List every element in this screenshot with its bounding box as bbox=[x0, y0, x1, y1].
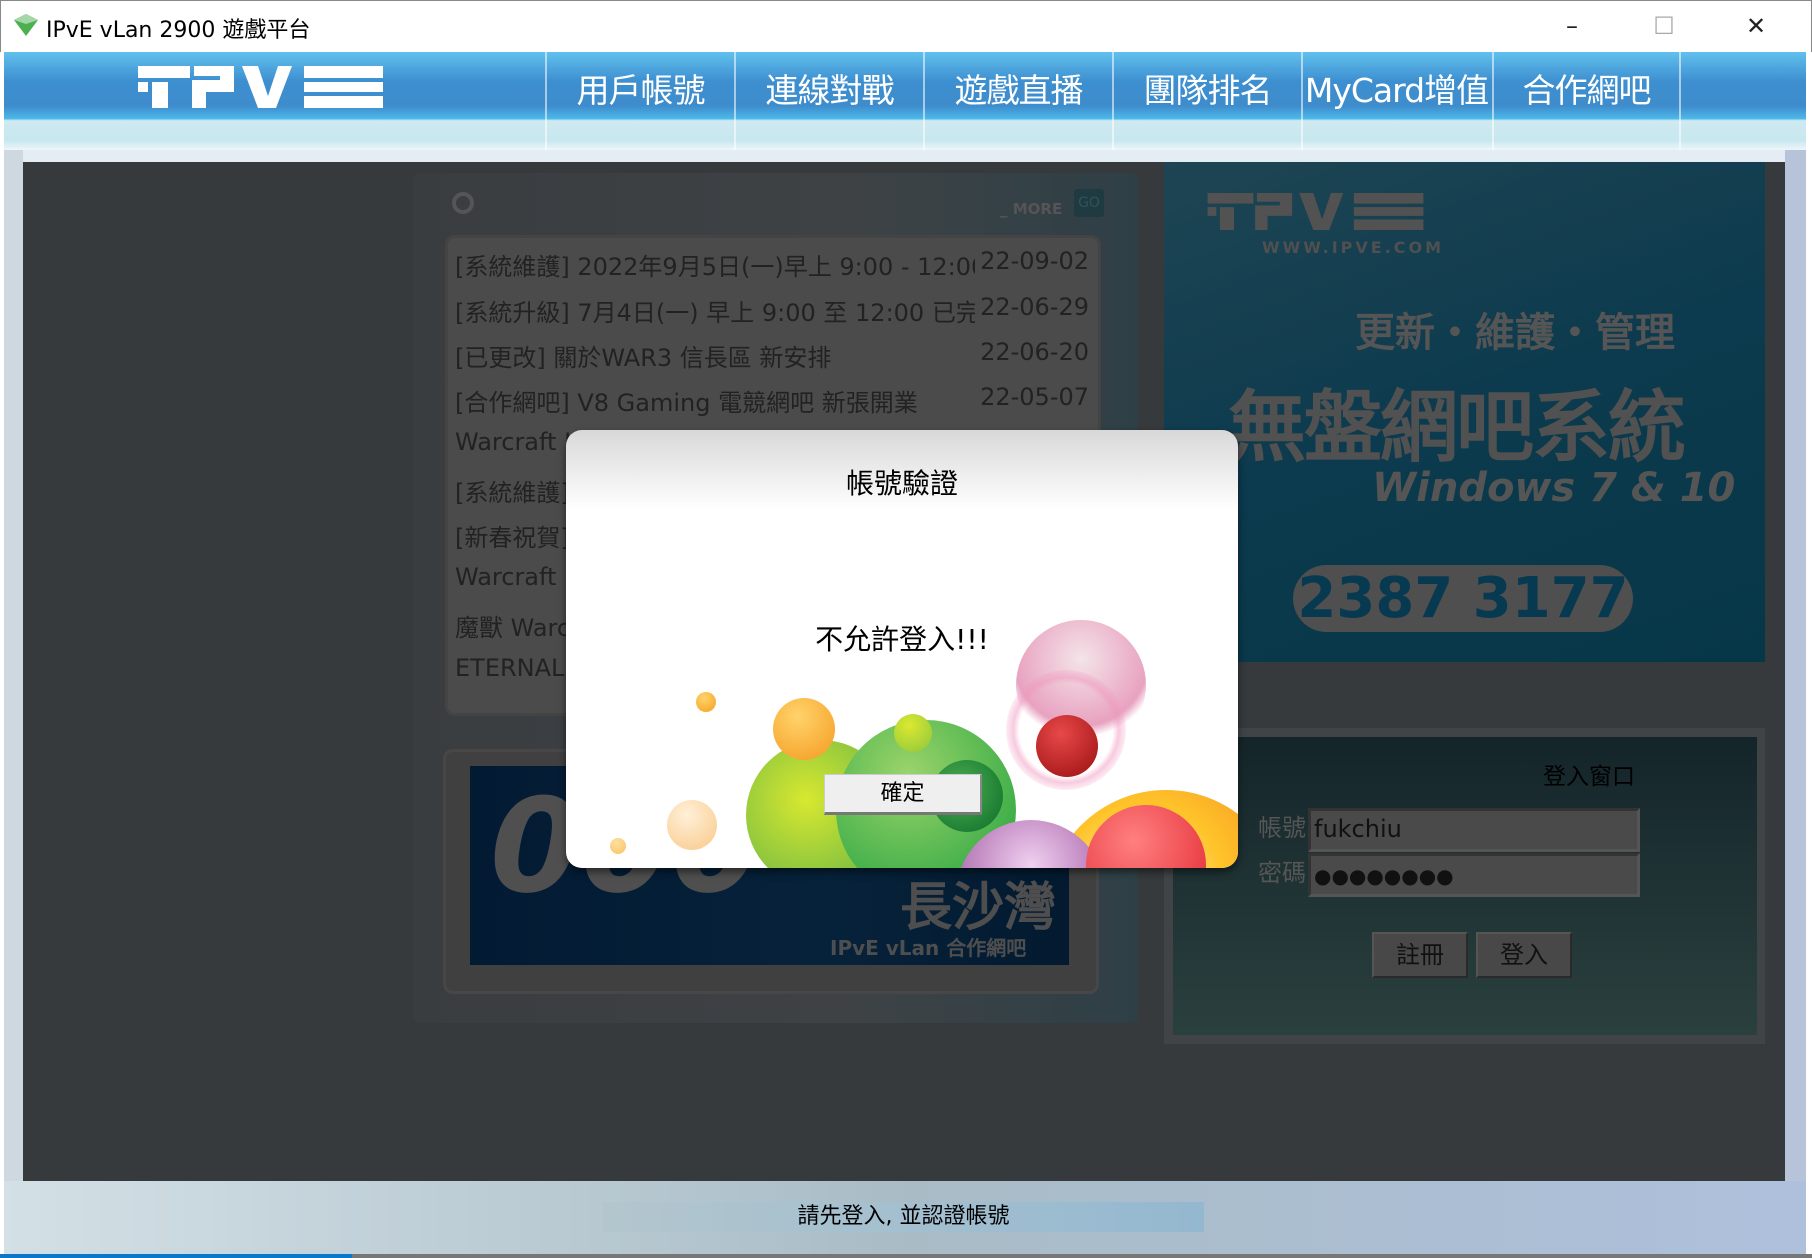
news-item[interactable]: [合作網吧] V8 Gaming 電競網吧 新張開業 22-05-07 bbox=[455, 383, 1095, 423]
news-title: [系統維護] 2022年9月5日(一)早上 9:00 - 12:00 [ bbox=[455, 253, 975, 281]
ad-url: WWW.IPVE.COM bbox=[1262, 238, 1445, 257]
account-verification-dialog: 帳號驗證 不允許登入!!! 確定 bbox=[566, 430, 1238, 868]
window-title: IPvE vLan 2900 遊戲平台 bbox=[46, 18, 311, 43]
ad-platforms: Windows 7 & 10 bbox=[1372, 465, 1736, 511]
nav-live-stream[interactable]: 遊戲直播 bbox=[923, 52, 1112, 150]
ad-title: 無盤網吧系統 bbox=[1228, 383, 1686, 473]
nav-user-account[interactable]: 用戶帳號 bbox=[545, 52, 734, 150]
news-date: 22-06-20 bbox=[980, 338, 1089, 366]
nav-team-ranking[interactable]: 團隊排名 bbox=[1112, 52, 1301, 150]
register-button[interactable]: 註冊 bbox=[1372, 932, 1468, 978]
bubble-decoration bbox=[667, 800, 717, 850]
frame-right bbox=[1785, 150, 1806, 1181]
login-title: 登入窗口 bbox=[1543, 764, 1635, 790]
bubble-decoration bbox=[894, 714, 932, 752]
news-title: [合作網吧] V8 Gaming 電競網吧 新張開業 bbox=[455, 389, 918, 417]
go-button[interactable]: GO bbox=[1074, 189, 1104, 217]
login-button[interactable]: 登入 bbox=[1476, 932, 1572, 978]
app-icon bbox=[14, 14, 38, 36]
ok-button[interactable]: 確定 bbox=[824, 774, 982, 815]
news-item[interactable]: [系統升級] 7月4日(一) 早上 9:00 至 12:00 已完成 22-06-… bbox=[455, 293, 1095, 333]
news-title: [系統升級] 7月4日(一) 早上 9:00 至 12:00 已完成 bbox=[455, 299, 975, 327]
bubble-decoration bbox=[773, 698, 835, 760]
nav-partner-cafe[interactable]: 合作網吧 bbox=[1492, 52, 1681, 150]
ad-slogan: 更新・維護・管理 bbox=[1355, 310, 1675, 356]
account-label: 帳號 bbox=[1258, 814, 1306, 842]
more-link[interactable]: _ MORE bbox=[1000, 200, 1062, 218]
password-input[interactable]: ●●●●●●●● bbox=[1308, 853, 1640, 897]
maximize-button[interactable]: ☐ bbox=[1634, 8, 1694, 44]
news-item[interactable]: [系統維護] 2022年9月5日(一)早上 9:00 - 12:00 [22-0… bbox=[455, 247, 1095, 287]
news-date: 22-09-02 bbox=[980, 247, 1089, 275]
close-button[interactable]: ✕ bbox=[1726, 8, 1786, 44]
ad-phone: 2387 3177 bbox=[1293, 565, 1633, 632]
minimize-button[interactable]: – bbox=[1542, 8, 1602, 44]
frame-left bbox=[4, 150, 23, 1181]
dialog-title: 帳號驗證 bbox=[845, 467, 958, 500]
nav-online-battle[interactable]: 連線對戰 bbox=[734, 52, 923, 150]
status-text: 請先登入, 並認證帳號 bbox=[603, 1202, 1204, 1232]
frame-top bbox=[23, 150, 1785, 162]
news-title: [已更改] 關於WAR3 信長區 新安排 bbox=[455, 344, 832, 372]
taskbar-edge bbox=[0, 1254, 352, 1258]
news-item[interactable]: [已更改] 關於WAR3 信長區 新安排 22-06-20 bbox=[455, 338, 1095, 378]
banner-subtitle: IPvE vLan 合作網吧 bbox=[830, 936, 1027, 960]
news-bullet-icon bbox=[452, 192, 474, 214]
bubble-decoration bbox=[696, 692, 716, 712]
news-date: 22-05-07 bbox=[980, 383, 1089, 411]
password-label: 密碼 bbox=[1258, 859, 1306, 887]
bubble-decoration bbox=[1006, 670, 1126, 790]
nav-mycard-topup[interactable]: MyCard增值 bbox=[1301, 52, 1490, 150]
account-input[interactable]: fukchiu bbox=[1308, 808, 1640, 852]
ad-logo bbox=[1207, 193, 1424, 230]
banner-name: 長沙灣 bbox=[900, 878, 1057, 938]
news-date: 22-06-29 bbox=[980, 293, 1089, 321]
bubble-decoration bbox=[610, 838, 626, 854]
ipve-logo bbox=[138, 66, 383, 108]
